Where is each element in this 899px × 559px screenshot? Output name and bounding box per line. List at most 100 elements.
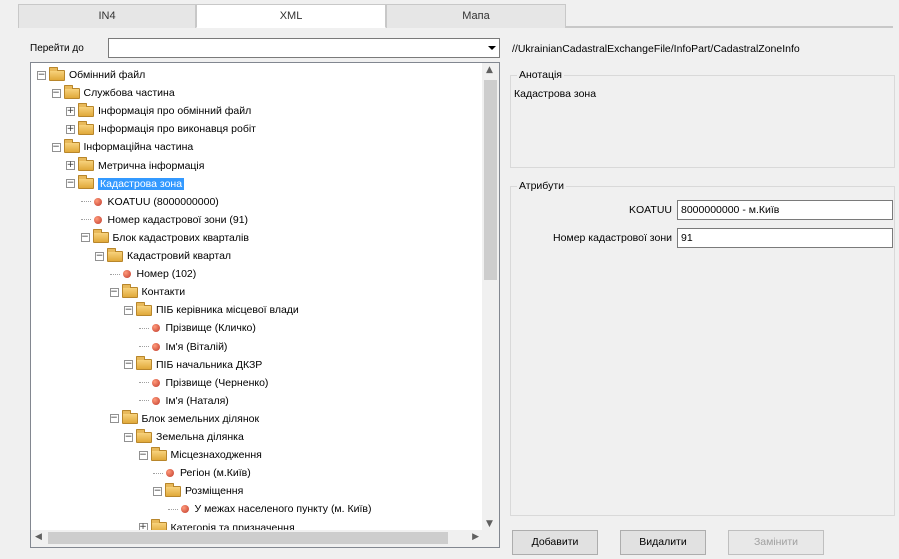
tree-node-folder[interactable]: + Інформація про обмінний файл	[66, 102, 251, 120]
tab-in4[interactable]: IN4	[18, 4, 196, 28]
xml-tree-view[interactable]: − Обмінний файл − Службова частина + Інформац…	[30, 62, 500, 548]
folder-icon	[121, 410, 138, 425]
scroll-left-icon[interactable]: ◀	[35, 532, 42, 542]
tree-node-leaf[interactable]: Прізвище (Кличко)	[138, 319, 256, 337]
goto-combobox[interactable]	[108, 38, 500, 58]
folder-icon	[107, 247, 123, 262]
attribute-node-icon	[93, 197, 102, 206]
tree-connector	[138, 327, 149, 329]
tree-node-leaf[interactable]: У межах населеного пункту (м. Київ)	[167, 500, 372, 518]
tree-node-leaf[interactable]: KOATUU (8000000000)	[80, 193, 219, 211]
tree-node-label: Місцезнаходження	[170, 449, 262, 462]
tree-connector	[153, 472, 163, 474]
expand-icon[interactable]: +	[66, 106, 75, 116]
tree-node-leaf[interactable]: Ім'я (Віталій)	[138, 338, 227, 356]
collapse-icon[interactable]: −	[109, 414, 119, 424]
tree-node-folder[interactable]: − Блок земельних ділянок	[109, 410, 259, 428]
collapse-icon[interactable]: −	[124, 305, 133, 315]
scroll-up-icon[interactable]: ▲	[486, 65, 493, 75]
tree-node-folder[interactable]: − ПІБ начальника ДКЗР	[124, 356, 262, 374]
tree-node-folder[interactable]: − Блок кадастрових кварталів	[80, 229, 249, 247]
tree-node-label: ПІБ керівника місцевої влади	[156, 304, 299, 317]
collapse-icon[interactable]: −	[80, 233, 90, 243]
folder-icon	[165, 482, 181, 497]
tree-node-label: Номер кадастрової зони (91)	[107, 213, 249, 226]
tree-vertical-scroll-thumb[interactable]	[484, 80, 497, 280]
annotation-text: Кадастрова зона	[514, 88, 597, 100]
scroll-right-icon[interactable]: ▶	[472, 532, 479, 542]
tree-connector	[109, 273, 120, 275]
collapse-icon[interactable]: −	[124, 432, 133, 442]
tree-node-leaf[interactable]: Регіон (м.Київ)	[153, 464, 251, 482]
tree-node-label: У межах населеного пункту (м. Київ)	[194, 503, 372, 516]
tree-node-label: Інформація про виконавця робіт	[98, 123, 256, 136]
collapse-icon[interactable]: −	[124, 360, 133, 370]
tree-node-folder[interactable]: + Метрична інформація	[66, 157, 204, 175]
tree-node-folder[interactable]: − Кадастрова зона	[66, 175, 185, 193]
tree-node-folder[interactable]: − ПІБ керівника місцевої влади	[124, 301, 299, 319]
replace-button[interactable]: Замінити	[728, 530, 824, 555]
folder-icon	[63, 84, 80, 99]
tree-node-leaf[interactable]: Номер (102)	[109, 265, 197, 283]
collapse-icon[interactable]: −	[95, 251, 104, 261]
tree-node-folder[interactable]: − Розміщення	[153, 482, 243, 500]
tree-connector	[80, 201, 91, 203]
tree-node-folder[interactable]: − Кадастровий квартал	[95, 247, 231, 265]
chevron-down-icon[interactable]	[484, 39, 499, 57]
collapse-icon[interactable]: −	[51, 142, 61, 152]
tree-node-leaf[interactable]: Номер кадастрової зони (91)	[80, 211, 249, 229]
tab-map[interactable]: Мапа	[386, 4, 566, 28]
tree-node-folder[interactable]: − Місцезнаходження	[138, 446, 262, 464]
folder-icon	[136, 356, 152, 371]
expand-icon[interactable]: +	[66, 161, 75, 170]
tree-node-folder[interactable]: − Обмінний файл	[37, 66, 145, 84]
tree-node-folder[interactable]: − Службова частина	[51, 84, 175, 102]
annotation-title: Анотація	[517, 69, 564, 81]
collapse-icon[interactable]: −	[109, 287, 119, 297]
collapse-icon[interactable]: −	[51, 88, 61, 98]
folder-icon	[78, 175, 94, 190]
tree-node-label: ПІБ начальника ДКЗР	[156, 358, 263, 371]
expand-icon[interactable]: +	[66, 124, 75, 134]
tree-connector	[138, 346, 149, 347]
zone-number-field[interactable]: 91	[677, 228, 893, 248]
tree-horizontal-scrollbar[interactable]: ◀ ▶	[31, 530, 499, 547]
collapse-icon[interactable]: −	[37, 70, 46, 80]
tree-node-folder[interactable]: − Земельна ділянка	[124, 428, 244, 446]
tab-xml[interactable]: XML	[196, 4, 386, 28]
tree-vertical-scrollbar[interactable]: ▲ ▼	[482, 63, 499, 531]
folder-icon	[78, 120, 94, 135]
tree-content: − Обмінний файл − Службова частина + Інформац…	[31, 63, 483, 531]
tree-connector	[167, 508, 178, 510]
attribute-node-icon	[151, 342, 160, 351]
scroll-down-icon[interactable]: ▼	[486, 519, 493, 529]
folder-icon	[92, 229, 109, 244]
add-button[interactable]: Добавити	[512, 530, 598, 555]
koatuu-field[interactable]: 8000000000 - м.Київ	[677, 200, 893, 220]
folder-icon	[136, 428, 152, 443]
delete-button[interactable]: Видалити	[620, 530, 706, 555]
tree-node-label: Земельна ділянка	[156, 431, 244, 443]
tree-node-leaf[interactable]: Прізвище (Черненко)	[138, 374, 268, 392]
collapse-icon[interactable]: −	[66, 179, 75, 189]
tree-horizontal-scroll-thumb[interactable]	[48, 532, 448, 544]
attribute-node-icon	[93, 215, 102, 224]
folder-icon	[78, 157, 94, 171]
tree-node-folder[interactable]: − Контакти	[109, 283, 186, 301]
collapse-icon[interactable]: −	[138, 450, 148, 460]
tree-node-leaf[interactable]: Ім'я (Наталя)	[138, 392, 229, 410]
tree-node-label: Номер (102)	[136, 268, 197, 281]
tree-node-label: KOATUU (8000000000)	[107, 195, 219, 208]
tree-node-label: Контакти	[141, 286, 186, 299]
tree-node-folder[interactable]: + Інформація про виконавця робіт	[66, 120, 256, 138]
tree-connector	[138, 382, 149, 384]
tree-node-label: Інформаційна частина	[83, 141, 194, 154]
attribute-node-icon	[151, 396, 160, 405]
zone-number-label: Номер кадастрової зони	[553, 232, 672, 244]
collapse-icon[interactable]: −	[153, 486, 162, 496]
tree-node-label: Метрична інформація	[98, 159, 205, 172]
xpath-display: //UkrainianCadastralExchangeFile/InfoPar…	[512, 43, 800, 55]
tree-node-folder[interactable]: − Інформаційна частина	[51, 138, 194, 156]
tree-node-label: Кадастрова зона	[98, 177, 185, 190]
goto-row: Перейти до	[30, 37, 500, 59]
